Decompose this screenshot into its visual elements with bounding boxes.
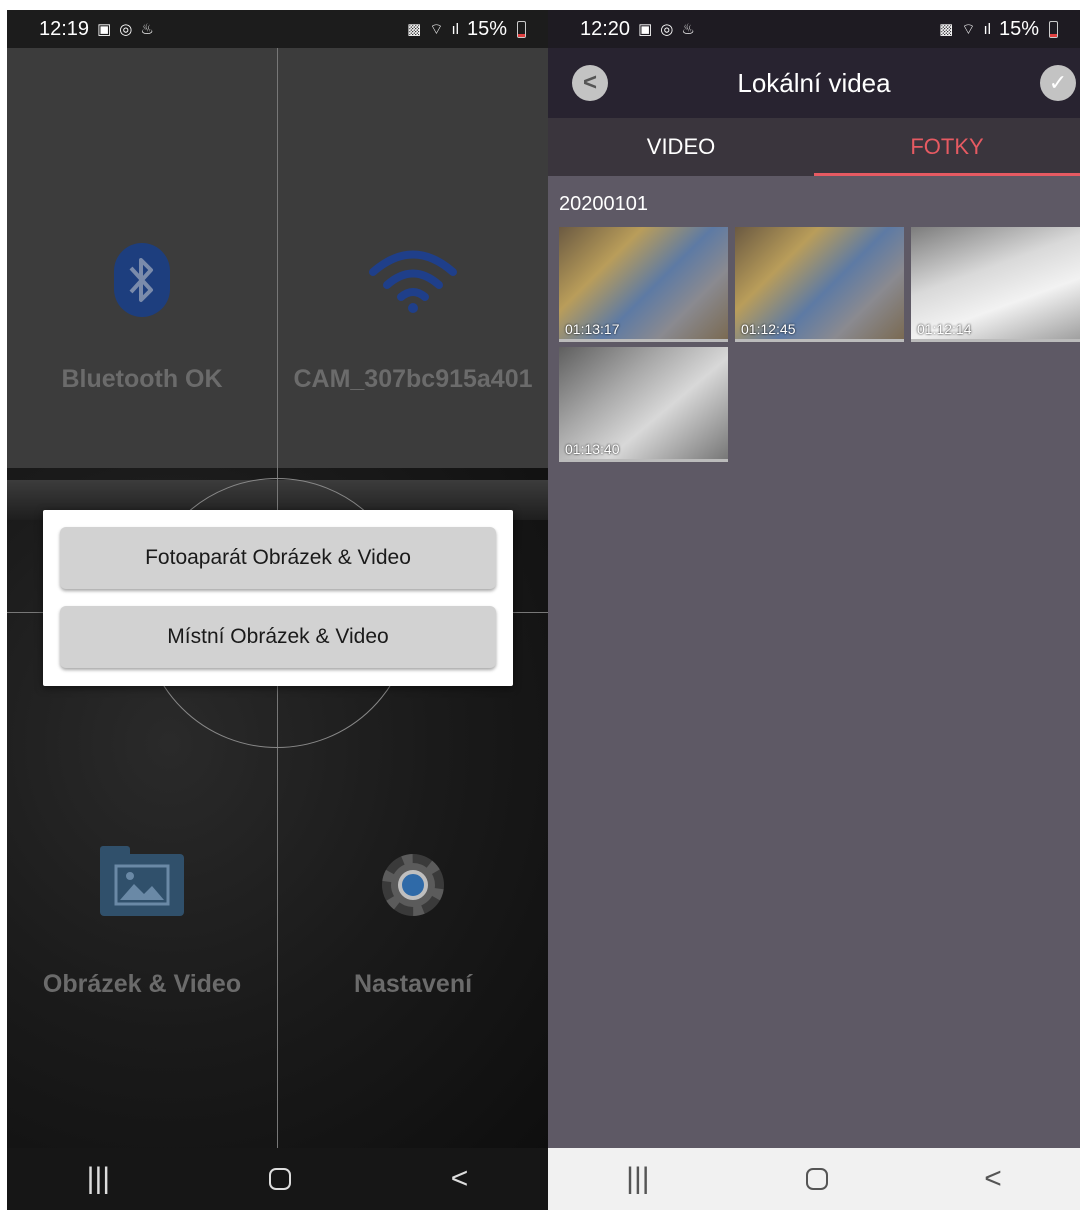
left-screen: 12:19 ▣ ◎ ♨ ▩ ⌔ ıl 15% Bluetooth OK CAM_… [7, 10, 548, 1210]
wifi-network-label: CAM_307bc915a401 [293, 365, 533, 393]
folder-icon [100, 846, 184, 916]
status-time: 12:19 [39, 17, 90, 40]
gallery-tile[interactable]: Obrázek & Video [7, 840, 277, 999]
gallery-icon: ▣ [638, 20, 653, 38]
tab-photos[interactable]: FOTKY [814, 118, 1080, 176]
thumbnail-time: 01:12:14 [917, 321, 972, 337]
thumbnail[interactable]: 01:13:40 [559, 347, 728, 462]
confirm-button[interactable]: ✓ [1040, 65, 1076, 101]
tab-video[interactable]: VIDEO [548, 118, 814, 176]
status-bar: 12:20 ▣ ◎ ♨ ▩ ⌔ ıl 15% [548, 10, 1080, 48]
camera-media-button[interactable]: Fotoaparát Obrázek & Video [60, 527, 496, 589]
sync-icon: ◎ [660, 20, 674, 38]
local-media-button[interactable]: Místní Obrázek & Video [60, 606, 496, 668]
battery-percent: 15% [998, 17, 1039, 40]
navigation-bar: ||| < [7, 1148, 548, 1210]
sync-icon: ◎ [119, 20, 133, 38]
page-title: Lokální videa [737, 67, 891, 98]
thumbnail[interactable]: 01:13:17 [559, 227, 728, 342]
date-group-header: 20200101 [559, 193, 648, 215]
check-icon: ✓ [1048, 70, 1068, 95]
source-chooser-dialog: Fotoaparát Obrázek & Video Místní Obráze… [43, 510, 513, 686]
settings-label: Nastavení [353, 970, 473, 998]
battery-icon [1049, 20, 1058, 38]
wifi-tile[interactable]: CAM_307bc915a401 [278, 235, 548, 394]
bluetooth-tile[interactable]: Bluetooth OK [7, 235, 277, 394]
battery-percent: 15% [466, 17, 507, 40]
thumbnail[interactable]: 01:12:14 [911, 227, 1080, 342]
wifi-large-icon [369, 250, 457, 313]
gear-icon [382, 854, 444, 916]
signal-icon: ıl [983, 20, 991, 38]
battery-icon [517, 20, 526, 38]
sim-icon: ▩ [407, 20, 422, 38]
thumbnail-time: 01:13:17 [565, 321, 620, 337]
settings-tile[interactable]: Nastavení [278, 840, 548, 999]
wifi-icon: ⌔ [961, 20, 976, 38]
flame-icon: ♨ [140, 20, 154, 38]
wifi-icon: ⌔ [429, 20, 444, 38]
bluetooth-icon [114, 243, 170, 317]
home-icon[interactable] [805, 1168, 828, 1190]
back-button[interactable]: < [572, 65, 608, 101]
tab-bar: VIDEO FOTKY [548, 118, 1080, 176]
navigation-bar: ||| < [548, 1148, 1080, 1210]
back-icon[interactable]: < [984, 1162, 1002, 1196]
status-bar: 12:19 ▣ ◎ ♨ ▩ ⌔ ıl 15% [7, 10, 548, 48]
home-icon[interactable] [269, 1168, 292, 1190]
gallery-icon: ▣ [97, 20, 112, 38]
app-bar: < Lokální videa ✓ [548, 48, 1080, 118]
back-icon[interactable]: < [451, 1162, 469, 1196]
gallery-label: Obrázek & Video [42, 970, 242, 998]
sim-icon: ▩ [939, 20, 954, 38]
right-screen: 12:20 ▣ ◎ ♨ ▩ ⌔ ıl 15% < Lokální videa ✓… [548, 10, 1080, 1210]
bluetooth-status-label: Bluetooth OK [61, 365, 223, 393]
thumbnail[interactable]: 01:12:45 [735, 227, 904, 342]
thumbnail-time: 01:12:45 [741, 321, 796, 337]
chevron-left-icon: < [582, 69, 597, 96]
thumbnail-time: 01:13:40 [565, 441, 620, 457]
recent-apps-icon[interactable]: ||| [87, 1162, 110, 1196]
flame-icon: ♨ [681, 20, 695, 38]
status-time: 12:20 [580, 17, 631, 40]
signal-icon: ıl [451, 20, 459, 38]
recent-apps-icon[interactable]: ||| [626, 1162, 649, 1196]
